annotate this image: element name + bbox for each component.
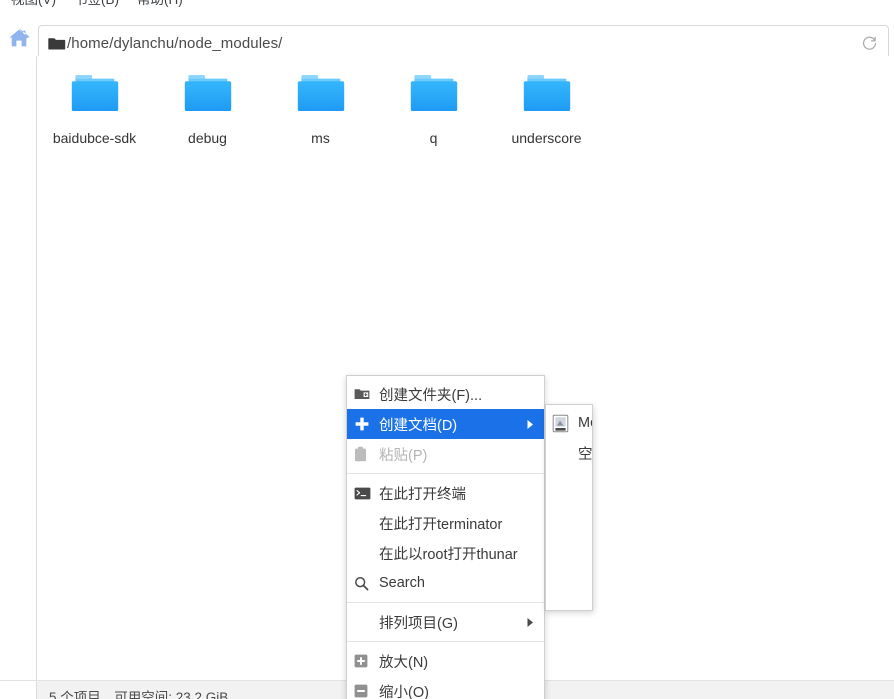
menu-item-label: 缩小(O): [379, 684, 429, 699]
folder-icon: [177, 68, 239, 120]
menu-item-label: 在此以root打开thunar: [379, 546, 518, 563]
menu-item-label: 在此打开terminator: [379, 516, 503, 533]
file-name: underscore: [511, 130, 582, 146]
menu-separator: [347, 641, 544, 642]
menu-item-label: 创建文件夹(F)...: [379, 387, 483, 404]
sidebar-pane[interactable]: [0, 56, 37, 680]
document-icon: [552, 414, 576, 433]
menu-item-label: 创建文档(D): [379, 417, 458, 434]
menu-item-label: Search: [379, 575, 425, 591]
menu-item-open-thunar-as-root[interactable]: 在此以root打开thunar: [347, 538, 544, 568]
file-item[interactable]: underscore: [490, 60, 603, 152]
menu-item-open-terminator[interactable]: 在此打开terminator: [347, 508, 544, 538]
file-item[interactable]: debug: [151, 60, 264, 152]
file-name: debug: [188, 130, 227, 146]
folder-icon: [516, 68, 578, 120]
home-button[interactable]: [3, 23, 35, 55]
menubar-item-bookmarks[interactable]: 书签(B): [65, 0, 128, 9]
menu-item-label: 在此打开终端: [379, 486, 466, 503]
menu-item-zoom-out[interactable]: 缩小(O): [347, 676, 544, 699]
menubar-item-help[interactable]: 帮助(H): [128, 0, 192, 9]
create-document-submenu[interactable]: Mo 空文: [545, 404, 593, 611]
submenu-item-empty-file[interactable]: 空文: [546, 438, 592, 468]
menu-item-label: 排列项目(G): [379, 615, 458, 632]
icon-grid: baidubce-sdk debug ms q underscore: [38, 60, 894, 152]
status-text: 5 个项目，可用空间: 23.2 GiB: [49, 690, 229, 699]
paste-icon: [354, 446, 376, 462]
home-icon: [6, 25, 32, 54]
zoom-out-icon: [354, 684, 376, 698]
status-bar-left-pane: [0, 681, 37, 699]
menubar: 视图(V) 书签(B) 帮助(H): [0, 0, 894, 9]
path-text[interactable]: /home/dylanchu/node_modules/: [67, 35, 858, 52]
folder-icon: [48, 35, 66, 51]
toolbar: /home/dylanchu/node_modules/: [0, 9, 894, 61]
file-item[interactable]: ms: [264, 60, 377, 152]
chevron-right-icon: [524, 419, 536, 430]
menu-separator: [347, 473, 544, 474]
file-item[interactable]: q: [377, 60, 490, 152]
context-menu[interactable]: 创建文件夹(F)... 创建文档(D) 粘贴(P) 在此打开终端 在此打开ter…: [346, 375, 545, 699]
menu-item-label: 粘贴(P): [379, 447, 428, 464]
file-item[interactable]: baidubce-sdk: [38, 60, 151, 152]
submenu-item-label: 空文: [578, 446, 593, 463]
menu-item-search[interactable]: Search: [347, 568, 544, 598]
zoom-in-icon: [354, 654, 376, 668]
chevron-right-icon: [524, 617, 536, 628]
submenu-item-template[interactable]: Mo: [546, 408, 592, 438]
menu-item-create-folder[interactable]: 创建文件夹(F)...: [347, 379, 544, 409]
menu-item-paste: 粘贴(P): [347, 439, 544, 469]
menu-separator: [347, 602, 544, 603]
file-name: ms: [311, 130, 330, 146]
folder-icon: [64, 68, 126, 120]
file-name: q: [429, 130, 438, 146]
search-icon: [354, 576, 376, 591]
menu-item-label: 放大(N): [379, 654, 429, 671]
menu-item-open-terminal[interactable]: 在此打开终端: [347, 478, 544, 508]
folder-icon: [403, 68, 465, 120]
reload-icon[interactable]: [858, 32, 880, 54]
menu-item-create-document[interactable]: 创建文档(D): [347, 409, 544, 439]
submenu-item-label: Mo: [578, 415, 592, 431]
menubar-item-view[interactable]: 视图(V): [2, 0, 65, 9]
menu-item-arrange-items[interactable]: 排列项目(G): [347, 607, 544, 637]
plus-icon: [354, 416, 376, 432]
menu-item-zoom-in[interactable]: 放大(N): [347, 646, 544, 676]
terminal-icon: [354, 487, 376, 500]
new-folder-icon: [354, 387, 376, 401]
file-name: baidubce-sdk: [52, 130, 137, 146]
folder-icon: [290, 68, 352, 120]
